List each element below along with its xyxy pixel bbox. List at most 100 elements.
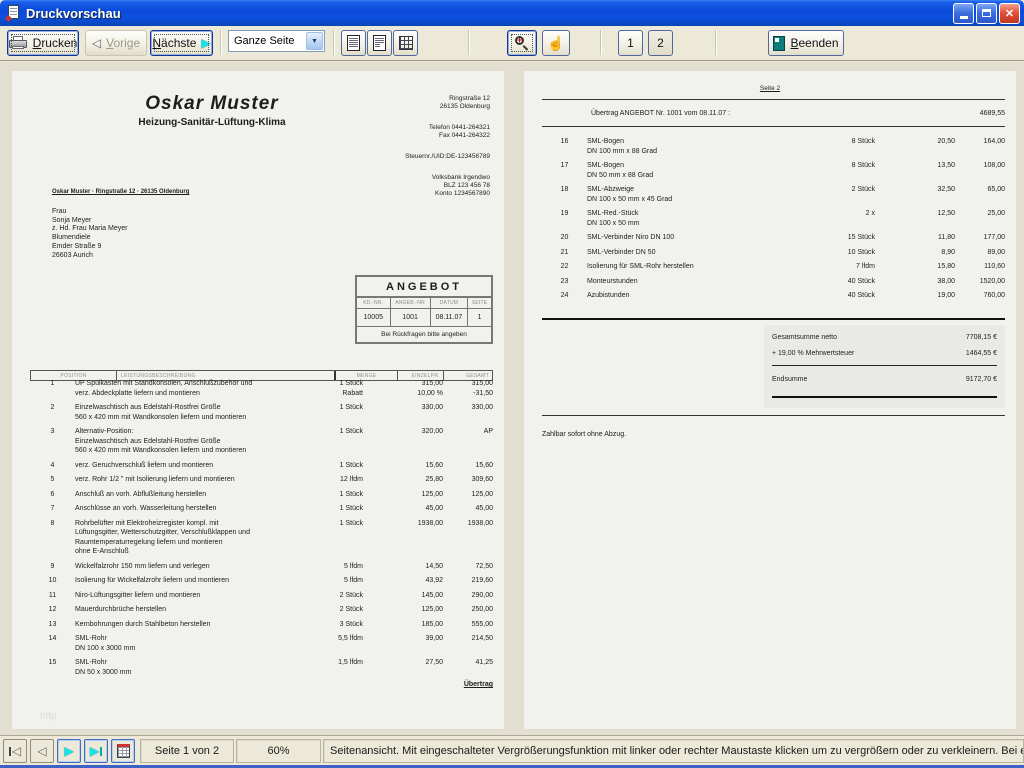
restore-button[interactable] (976, 3, 997, 24)
arrow-right-icon: ▶ (90, 745, 99, 757)
window-title: Druckvorschau (26, 6, 953, 21)
view-whole-page-button[interactable] (341, 30, 366, 56)
next-page-button[interactable]: Nächste ▶ (150, 30, 213, 56)
item-row: 2 Einzelwaschtisch aus Edelstahl-Rostfre… (30, 403, 493, 422)
item-total: 89,00 (955, 248, 1005, 258)
preview-area[interactable]: Oskar Muster Heizung-Sanitär-Lüftung-Kli… (0, 62, 1024, 735)
item-description: SML-Verbinder Niro DN 100 (587, 233, 812, 243)
item-unit-price: 1938,00 (363, 519, 443, 557)
item-quantity: 1,5 lfdm (300, 658, 363, 677)
last-page-button[interactable]: ▶ (84, 739, 108, 763)
item-unit-price: 125,00 (363, 605, 443, 615)
contact-line: Fax 0441-264322 (405, 132, 490, 140)
item-description: Mauerdurchbrüche herstellen (75, 605, 300, 615)
item-position: 16 (542, 137, 587, 156)
page2-label: Seite 2 (524, 85, 1016, 92)
zoom-mode-select[interactable]: Ganze Seite ▼ (228, 30, 325, 52)
pan-hand-button[interactable]: ☝ (542, 30, 570, 56)
desc-line: ohne E-Anschluß (75, 547, 300, 557)
item-total: 65,00 (955, 185, 1005, 204)
first-page-button[interactable]: ◁ (3, 739, 27, 763)
item-description: Niro-Lüftungsgitter liefern und montiere… (75, 591, 300, 601)
prev-page-nav-button[interactable]: ◁ (30, 739, 54, 763)
document-page-2[interactable]: Seite 2 Übertrag ANGEBOT Nr. 1001 vom 08… (524, 71, 1016, 729)
item-position: 15 (30, 658, 75, 677)
goto-page-number-button[interactable] (111, 739, 135, 763)
item-position: 14 (30, 634, 75, 653)
totals-divider (772, 365, 997, 366)
item-total: 1938,00 (443, 519, 493, 557)
document-page-1[interactable]: Oskar Muster Heizung-Sanitär-Lüftung-Kli… (12, 71, 504, 729)
desc-line: Rohrbelüfter mit Elektroheizregister kom… (75, 519, 300, 529)
arrow-right-icon: ▶ (201, 37, 210, 49)
item-position: 6 (30, 490, 75, 500)
desc-line: Monteurstunden (587, 277, 812, 287)
chevron-down-icon[interactable]: ▼ (306, 32, 323, 50)
item-total: 41,25 (443, 658, 493, 677)
item-position: 17 (542, 161, 587, 180)
whole-page-icon (347, 35, 360, 51)
item-total: 250,00 (443, 605, 493, 615)
item-unit-price: 45,00 (363, 504, 443, 514)
carry-in-label: Übertrag ANGEBOT Nr. 1001 vom 08.11.07 : (542, 110, 980, 117)
goto-page-1-button[interactable]: 1 (618, 30, 643, 56)
item-total: 219,60 (443, 576, 493, 586)
offer-header-cell: ANGEB.-NR (391, 298, 431, 308)
view-page-width-button[interactable] (367, 30, 392, 56)
desc-line: Anschluß an vorh. Abflußleitung herstell… (75, 490, 300, 500)
item-position: 18 (542, 185, 587, 204)
item-quantity: 3 Stück (300, 620, 363, 630)
desc-line: DN 50 x 3000 mm (75, 668, 300, 678)
final-total-row: Endsumme 9172,70 € (772, 375, 997, 384)
desc-line: Kernbohrungen durch Stahlbeton herstelle… (75, 620, 300, 630)
magnifier-icon: + (515, 36, 529, 50)
offer-note: Bei Rückfragen bitte angeben (357, 327, 491, 342)
quit-button[interactable]: Beenden (768, 30, 844, 56)
goto-page-2-button[interactable]: 2 (648, 30, 673, 56)
carry-in-value: 4689,55 (980, 110, 1005, 117)
last-page-bar-icon (100, 747, 102, 756)
zoom-tool-button[interactable]: + (507, 30, 537, 56)
previous-page-button[interactable]: ◁ Vorige (85, 30, 147, 56)
item-position: 3 (30, 427, 75, 456)
toolbar: Drucken ◁ Vorige Nächste ▶ Ganze Seite ▼… (0, 26, 1024, 61)
next-page-nav-button[interactable]: ▶ (57, 739, 81, 763)
item-position: 20 (542, 233, 587, 243)
item-unit-price: 330,00 (363, 403, 443, 422)
item-quantity: 1 Stück (300, 461, 363, 471)
printer-icon (9, 36, 28, 50)
item-quantity: 1 Stück (300, 504, 363, 514)
item-row: 18 SML-AbzweigeDN 100 x 50 mm x 45 Grad … (542, 185, 1005, 204)
company-name: Oskar Muster (52, 93, 372, 115)
contact-line: Telefon 0441-264321 (405, 124, 490, 132)
item-description: SML-RohrDN 100 x 3000 mm (75, 634, 300, 653)
contact-line (405, 111, 490, 124)
item-position: 19 (542, 209, 587, 228)
item-total: 25,00 (955, 209, 1005, 228)
item-total: AP (443, 427, 493, 456)
titlebar[interactable]: Druckvorschau ✕ (0, 0, 1024, 26)
offer-header-cell: KD.-NR. (357, 298, 391, 308)
desc-line: Isolierung für Wickelfalzrohr liefern un… (75, 576, 300, 586)
close-button[interactable]: ✕ (999, 3, 1020, 24)
desc-line: SML-Bogen (587, 161, 812, 171)
item-unit-price: 25,80 (363, 475, 443, 485)
desc-line: UP Spülkasten mit Standkonsolen, Anschlu… (75, 379, 300, 389)
item-unit-price: 8,90 (875, 248, 955, 258)
item-description: Anschlüsse an vorh. Wasserleitung herste… (75, 504, 300, 514)
item-discount-row: Rabatt 10,00 % -31,50 (30, 389, 493, 399)
zoom-level-panel: 60% (236, 739, 321, 763)
minimize-button[interactable] (953, 3, 974, 24)
minimize-icon (960, 16, 968, 19)
item-total: 125,00 (443, 490, 493, 500)
offer-header-cell: SEITE (468, 298, 491, 308)
arrow-left-icon: ◁ (92, 37, 101, 49)
item-position: 9 (30, 562, 75, 572)
item-position: 7 (30, 504, 75, 514)
toolbar-separator (600, 30, 602, 55)
item-quantity: 8 Stück (812, 161, 875, 180)
item-row: 15 SML-RohrDN 50 x 3000 mm 1,5 lfdm 27,5… (30, 658, 493, 677)
print-button[interactable]: Drucken (7, 30, 79, 56)
item-position: 8 (30, 519, 75, 557)
view-multiple-pages-button[interactable] (393, 30, 418, 56)
